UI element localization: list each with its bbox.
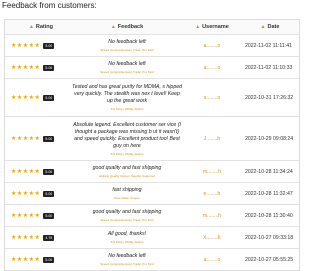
rating-cell: ★★★★★ 5.00: [5, 94, 71, 101]
score-badge: 5.00: [43, 64, 55, 71]
table-row: ★★★★★ 5.00 good quality and fast shippin…: [5, 160, 299, 182]
username: m........h: [202, 212, 222, 219]
feedback-date: 2022-10-27 09:33:18: [245, 234, 294, 241]
rating-cell: ★★★★★ 5.00: [5, 64, 71, 71]
feedback-cell: good quality and fast shipping Speed (co…: [71, 209, 183, 222]
feedback-date: 2022-10-28 11:34:24: [245, 168, 293, 175]
star-rating-icon: ★★★★★: [11, 95, 41, 101]
product-link[interactable]: 6% 100g | 2000g distinct: [71, 152, 183, 156]
feedback-date: 2022-10-28 11:32:47: [245, 190, 293, 197]
score-badge: 5.00: [43, 190, 55, 197]
username: e........h: [203, 190, 221, 197]
score-badge: 5.00: [43, 212, 55, 219]
username: a........o: [203, 42, 221, 49]
feedback-cell: All good, thanks! 6% 100g | 2000g distin…: [71, 231, 183, 244]
rating-column-header[interactable]: ▲ Rating: [5, 24, 71, 30]
product-link[interactable]: Speed (comprehensive) Trade: Pro Kind: [71, 48, 183, 52]
feedback-text: All good, thanks!: [107, 231, 147, 237]
username: m........h: [202, 168, 222, 175]
username-header-label: Username: [202, 24, 229, 30]
feedback-text: good quality and fast shipping: [92, 209, 162, 215]
product-link[interactable]: Highest Quality Cannor Specific Customer: [71, 174, 183, 178]
feedback-text: No feedback left: [108, 39, 146, 45]
product-link[interactable]: Pure Italian Copper: [71, 196, 183, 200]
star-rating-icon: ★★★★★: [11, 65, 41, 71]
star-rating-icon: ★★★★★: [11, 213, 41, 219]
table-row: ★★★★★ 5.00 No feedback left Speed (compr…: [5, 248, 299, 270]
product-link[interactable]: 6% 100g | 2000g distinct: [71, 240, 183, 244]
rating-header-label: Rating: [35, 24, 54, 30]
feedback-text: Absolute legend. Excellent customer ser …: [73, 121, 181, 149]
date-header-label: Date: [267, 24, 280, 30]
feedback-cell: Tested and has great purity for MDMA, s …: [71, 84, 183, 111]
score-badge: 5.00: [43, 94, 55, 101]
score-badge: 5.00: [43, 42, 55, 49]
feedback-date: 2022-10-28 11:30:40: [245, 212, 293, 219]
feedback-cell: No feedback left Speed (comprehensive) T…: [71, 253, 183, 266]
sort-icon: ▲: [260, 24, 266, 30]
username: a........o: [203, 64, 221, 71]
star-rating-icon: ★★★★★: [11, 235, 41, 241]
feedback-header-label: Feedback: [117, 24, 144, 30]
feedback-text: No feedback left: [108, 61, 146, 67]
feedback-date: 2022-10-29 09:08:24: [245, 135, 294, 142]
feedback-table: ▲ Rating ▲ Feedback ▲ Username ▲ Date ★★…: [4, 19, 300, 271]
table-header: ▲ Rating ▲ Feedback ▲ Username ▲ Date: [5, 20, 299, 34]
sort-icon: ▲: [110, 24, 116, 30]
feedback-date: 2022-10-31 17:26:32: [245, 94, 294, 101]
score-badge: 4.75: [43, 234, 55, 241]
feedback-cell: Absolute legend. Excellent customer ser …: [71, 122, 183, 156]
rating-cell: ★★★★★ 5.00: [5, 212, 71, 219]
product-link[interactable]: Speed (comprehensive) Trade: Pro Kind: [71, 218, 183, 222]
star-rating-icon: ★★★★★: [11, 136, 41, 142]
username: X........K: [203, 234, 221, 241]
date-column-header[interactable]: ▲ Date: [241, 24, 299, 30]
sort-icon: ▲: [195, 24, 201, 30]
username-column-header[interactable]: ▲ Username: [183, 24, 241, 30]
star-rating-icon: ★★★★★: [11, 43, 41, 49]
username: a........o: [203, 256, 221, 263]
table-row: ★★★★★ 5.00 good quality and fast shippin…: [5, 204, 299, 226]
sort-icon: ▲: [28, 24, 34, 30]
feedback-date: 2022-10-27 05:55:25: [245, 256, 294, 263]
product-link[interactable]: Speed (comprehensive) Trade: Pro Kind: [71, 70, 183, 74]
feedback-cell: No feedback left Speed (comprehensive) T…: [71, 39, 183, 52]
feedback-text: No feedback left: [108, 253, 146, 259]
star-rating-icon: ★★★★★: [11, 257, 41, 263]
rating-cell: ★★★★★ 4.75: [5, 234, 71, 241]
feedback-column-header[interactable]: ▲ Feedback: [71, 24, 183, 30]
rating-cell: ★★★★★ 5.00: [5, 190, 71, 197]
star-rating-icon: ★★★★★: [11, 169, 41, 175]
product-link[interactable]: 6% 100g | 2000g distinct: [71, 107, 183, 111]
rating-cell: ★★★★★ 5.00: [5, 168, 71, 175]
username: J........h: [203, 135, 221, 142]
username: s........o: [203, 94, 221, 101]
feedback-text: Tested and has great purity for MDMA, s …: [72, 84, 182, 104]
score-badge: 5.00: [43, 256, 55, 263]
table-row: ★★★★★ 5.00 fast shipping Pure Italian Co…: [5, 182, 299, 204]
score-badge: 5.00: [43, 168, 55, 175]
feedback-date: 2022-11-02 11:11:41: [245, 42, 293, 49]
table-row: ★★★★★ 5.00 No feedback left Speed (compr…: [5, 34, 299, 56]
page-title: Feedback from customers:: [2, 1, 97, 10]
feedback-cell: No feedback left Speed (comprehensive) T…: [71, 61, 183, 74]
table-row: ★★★★★ 4.75 All good, thanks! 6% 100g | 2…: [5, 226, 299, 248]
feedback-cell: fast shipping Pure Italian Copper: [71, 187, 183, 200]
score-badge: 5.00: [43, 135, 55, 142]
table-row: ★★★★★ 5.00 Tested and has great purity f…: [5, 78, 299, 116]
rating-cell: ★★★★★ 5.00: [5, 42, 71, 49]
rating-cell: ★★★★★ 5.00: [5, 256, 71, 263]
feedback-cell: good quality and fast shipping Highest Q…: [71, 165, 183, 178]
star-rating-icon: ★★★★★: [11, 191, 41, 197]
feedback-text: good quality and fast shipping: [92, 165, 162, 171]
rating-cell: ★★★★★ 5.00: [5, 135, 71, 142]
feedback-date: 2022-11-02 11:10:33: [245, 64, 293, 71]
table-row: ★★★★★ 5.00 Absolute legend. Excellent cu…: [5, 116, 299, 160]
table-row: ★★★★★ 5.00 No feedback left Speed (compr…: [5, 56, 299, 78]
feedback-text: fast shipping: [112, 187, 142, 193]
